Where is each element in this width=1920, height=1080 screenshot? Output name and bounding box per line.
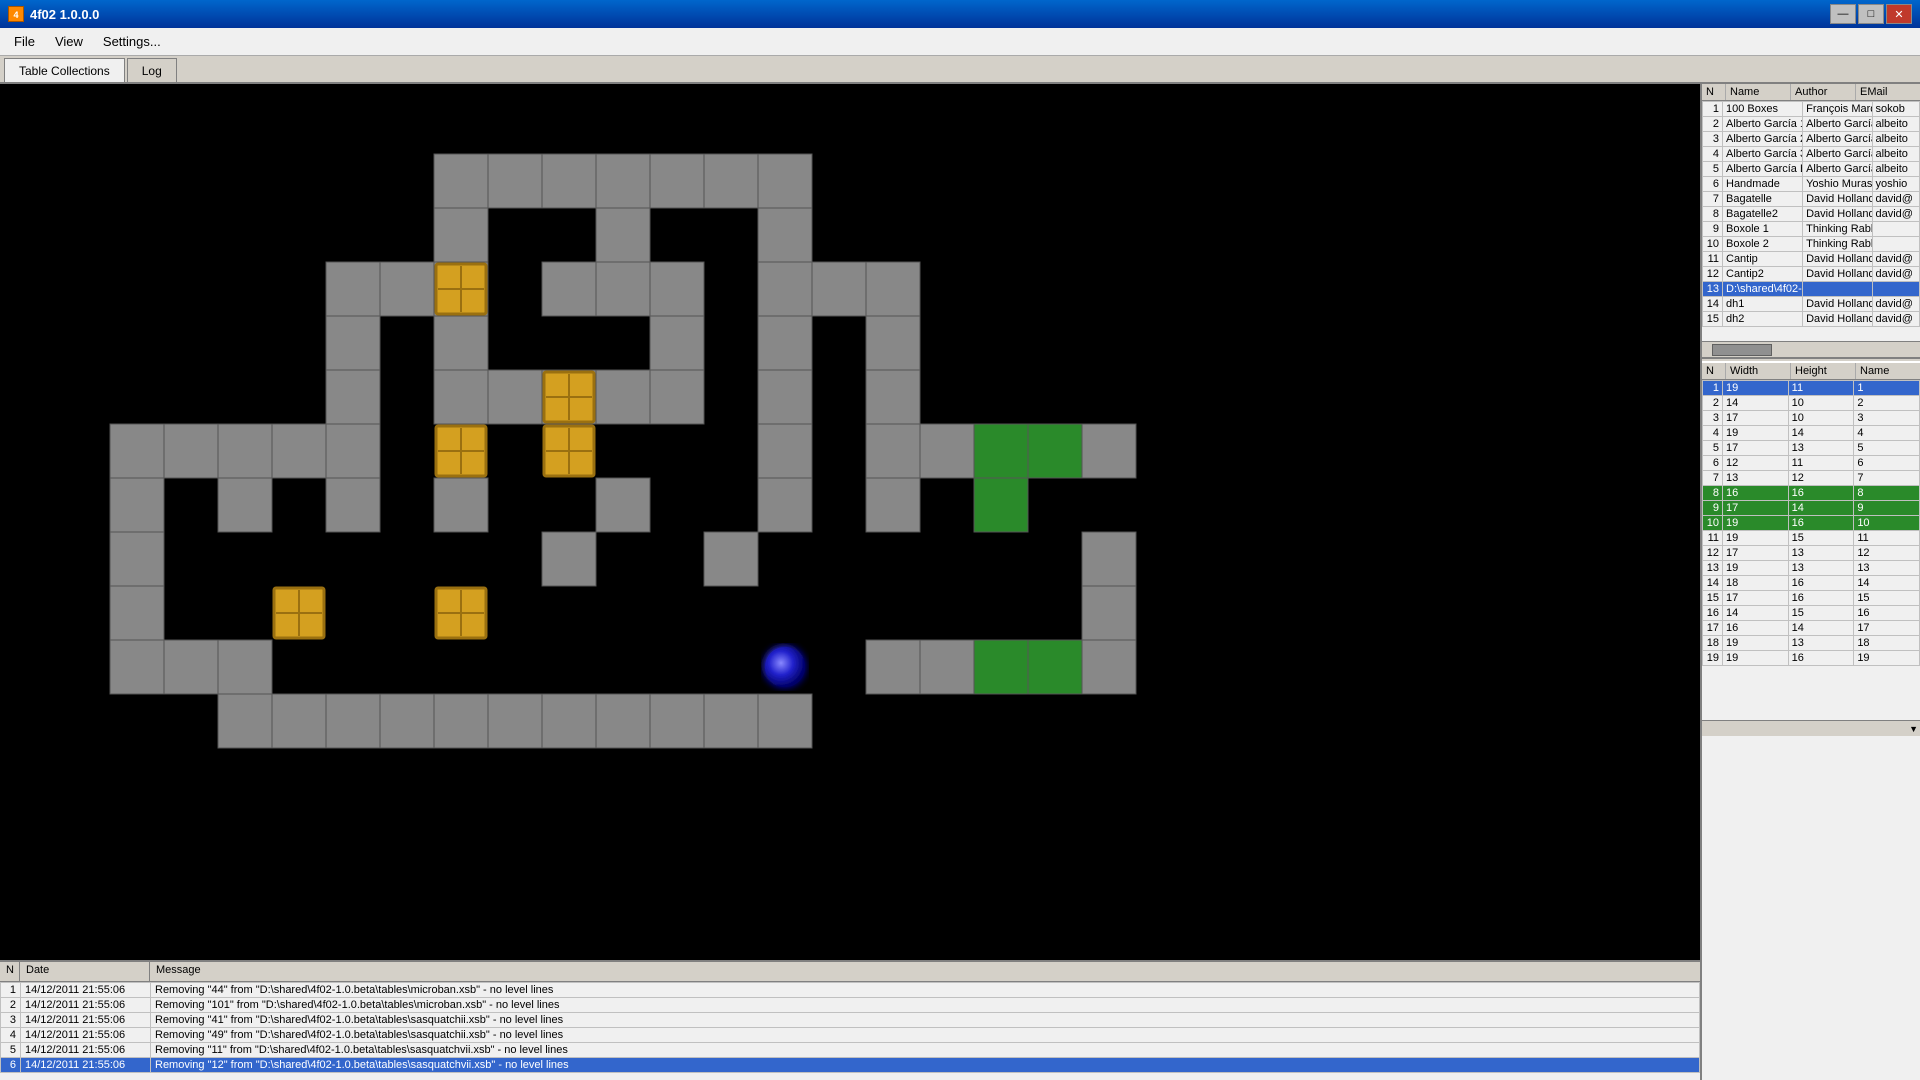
log-row[interactable]: 2 14/12/2011 21:55:06 Removing "101" fro… — [1, 998, 1700, 1013]
level-row[interactable]: 5 17 13 5 — [1703, 441, 1920, 456]
level-row[interactable]: 17 16 14 17 — [1703, 621, 1920, 636]
collection-row[interactable]: 4 Alberto García 3 Alberto García albeit… — [1703, 147, 1920, 162]
level-row[interactable]: 13 19 13 13 — [1703, 561, 1920, 576]
log-col-message: Message — [150, 962, 1700, 981]
log-row[interactable]: 1 14/12/2011 21:55:06 Removing "44" from… — [1, 983, 1700, 998]
collection-row[interactable]: 3 Alberto García 2 Alberto García albeit… — [1703, 132, 1920, 147]
collection-row[interactable]: 2 Alberto García 1 Alberto García albeit… — [1703, 117, 1920, 132]
collection-row[interactable]: 10 Boxole 2 Thinking Rabbit... — [1703, 237, 1920, 252]
levels-list[interactable]: 1 19 11 12 14 10 23 17 10 34 19 14 45 17… — [1702, 380, 1920, 720]
level-row[interactable]: 11 19 15 11 — [1703, 531, 1920, 546]
app-title: 4f02 1.0.0.0 — [30, 7, 99, 22]
levels-col-height: Height — [1791, 363, 1856, 379]
maximize-button[interactable]: □ — [1858, 4, 1884, 24]
level-row[interactable]: 15 17 16 15 — [1703, 591, 1920, 606]
level-row[interactable]: 6 12 11 6 — [1703, 456, 1920, 471]
tab-bar: Table Collections Log — [0, 56, 1920, 84]
main-content: Turns: 0, placed 0/6 N Name Author EMail… — [0, 84, 1920, 1080]
app-icon: 4 — [8, 6, 24, 22]
log-table[interactable]: 1 14/12/2011 21:55:06 Removing "44" from… — [0, 982, 1700, 1080]
level-row[interactable]: 7 13 12 7 — [1703, 471, 1920, 486]
level-row[interactable]: 2 14 10 2 — [1703, 396, 1920, 411]
level-row[interactable]: 4 19 14 4 — [1703, 426, 1920, 441]
level-row[interactable]: 14 18 16 14 — [1703, 576, 1920, 591]
level-row[interactable]: 10 19 16 10 — [1703, 516, 1920, 531]
log-row[interactable]: 3 14/12/2011 21:55:06 Removing "41" from… — [1, 1013, 1700, 1028]
collections-list[interactable]: 1 100 Boxes François Marques sokob2 Albe… — [1702, 101, 1920, 341]
collection-row[interactable]: 9 Boxole 1 Thinking Rabbit... — [1703, 222, 1920, 237]
level-row[interactable]: 3 17 10 3 — [1703, 411, 1920, 426]
col-author-header: Author — [1791, 84, 1856, 100]
levels-col-name: Name — [1856, 363, 1920, 379]
log-col-date: Date — [20, 962, 150, 981]
collection-row[interactable]: 7 Bagatelle David Holland david@ — [1703, 192, 1920, 207]
level-row[interactable]: 12 17 13 12 — [1703, 546, 1920, 561]
close-button[interactable]: ✕ — [1886, 4, 1912, 24]
tab-log[interactable]: Log — [127, 58, 177, 82]
collection-row[interactable]: 6 Handmade Yoshio Murase yoshio — [1703, 177, 1920, 192]
collection-row[interactable]: 15 dh2 David Holland david@ — [1703, 312, 1920, 327]
log-area: N Date Message 1 14/12/2011 21:55:06 Rem… — [0, 960, 1700, 1080]
col-email-header: EMail — [1856, 84, 1920, 100]
level-row[interactable]: 19 19 16 19 — [1703, 651, 1920, 666]
log-col-n: N — [0, 962, 20, 981]
collection-row[interactable]: 14 dh1 David Holland david@ — [1703, 297, 1920, 312]
level-row[interactable]: 8 16 16 8 — [1703, 486, 1920, 501]
collection-row[interactable]: 8 Bagatelle2 David Holland david@ — [1703, 207, 1920, 222]
levels-col-width: Width — [1726, 363, 1791, 379]
level-row[interactable]: 9 17 14 9 — [1703, 501, 1920, 516]
collection-row[interactable]: 1 100 Boxes François Marques sokob — [1703, 102, 1920, 117]
levels-scroll-bottom: ▼ — [1702, 720, 1920, 736]
menu-bar: File View Settings... — [0, 28, 1920, 56]
tab-table-collections[interactable]: Table Collections — [4, 58, 125, 82]
game-area[interactable]: Turns: 0, placed 0/6 — [0, 84, 1700, 1080]
collections-hscrollbar[interactable] — [1702, 341, 1920, 357]
right-panel: N Name Author EMail 1 100 Boxes François… — [1700, 84, 1920, 1080]
levels-col-n: N — [1702, 363, 1726, 379]
hscroll-thumb[interactable] — [1712, 344, 1772, 356]
menu-file[interactable]: File — [4, 30, 45, 53]
menu-settings[interactable]: Settings... — [93, 30, 171, 53]
collection-row[interactable]: 5 Alberto García B... Alberto García alb… — [1703, 162, 1920, 177]
title-bar-controls: — □ ✕ — [1830, 4, 1912, 24]
minimize-button[interactable]: — — [1830, 4, 1856, 24]
level-row[interactable]: 1 19 11 1 — [1703, 381, 1920, 396]
log-row[interactable]: 4 14/12/2011 21:55:06 Removing "49" from… — [1, 1028, 1700, 1043]
level-row[interactable]: 18 19 13 18 — [1703, 636, 1920, 651]
collection-row[interactable]: 11 Cantip David Holland david@ — [1703, 252, 1920, 267]
collection-row[interactable]: 12 Cantip2 David Holland david@ — [1703, 267, 1920, 282]
log-row[interactable]: 5 14/12/2011 21:55:06 Removing "11" from… — [1, 1043, 1700, 1058]
title-bar: 4 4f02 1.0.0.0 — □ ✕ — [0, 0, 1920, 28]
collection-row[interactable]: 13 D:\shared\4f02-... — [1703, 282, 1920, 297]
title-bar-left: 4 4f02 1.0.0.0 — [8, 6, 99, 22]
menu-view[interactable]: View — [45, 30, 93, 53]
game-grid — [0, 84, 1700, 904]
col-n-header: N — [1702, 84, 1726, 100]
col-name-header: Name — [1726, 84, 1791, 100]
log-row[interactable]: 6 14/12/2011 21:55:06 Removing "12" from… — [1, 1058, 1700, 1073]
level-row[interactable]: 16 14 15 16 — [1703, 606, 1920, 621]
